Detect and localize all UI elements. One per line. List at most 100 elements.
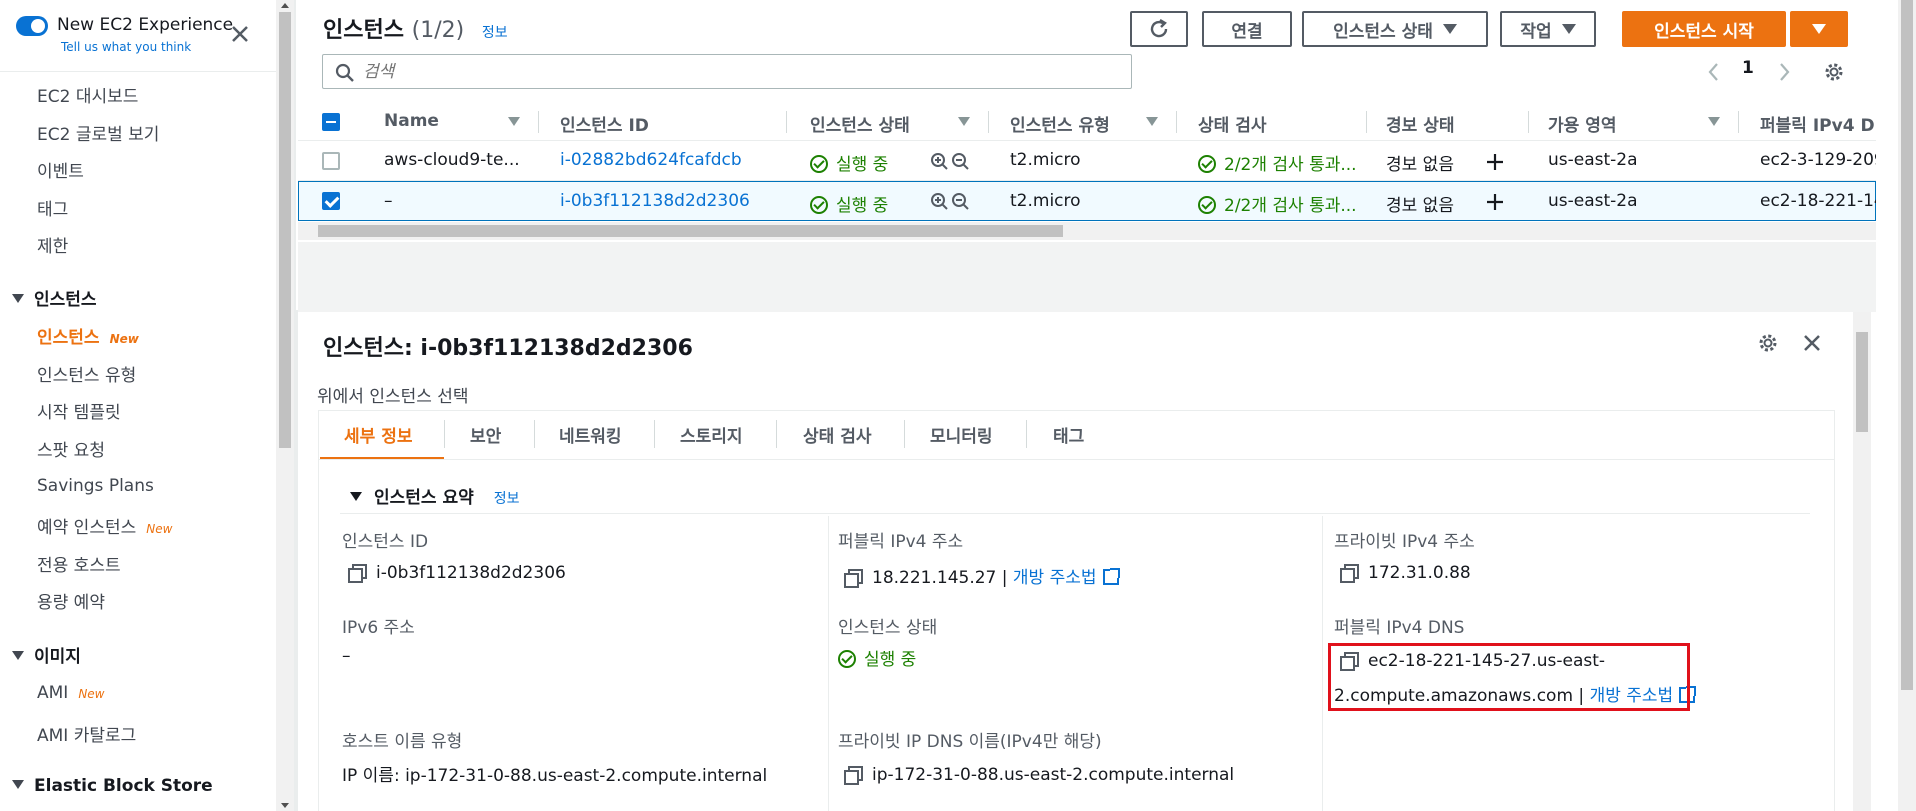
chevron-right-icon[interactable] [1776, 62, 1792, 82]
instance-state-value: 실행 중 [838, 645, 916, 670]
scroll-down-icon[interactable] [281, 803, 289, 808]
column-header-type[interactable]: 인스턴스 유형 [1010, 111, 1110, 136]
sidebar-section-instances[interactable]: 인스턴스 [12, 285, 97, 310]
info-link[interactable]: 정보 [482, 25, 508, 41]
copy-icon[interactable] [348, 564, 367, 583]
select-all-checkbox[interactable] [322, 113, 340, 131]
refresh-button[interactable] [1130, 11, 1188, 47]
column-header-name[interactable]: Name [384, 111, 439, 131]
details-scrollbar[interactable] [1853, 312, 1871, 811]
row-checkbox[interactable] [322, 192, 340, 210]
table-horizontal-scrollbar[interactable] [298, 222, 1876, 240]
sidebar-item-ami[interactable]: AMI New [37, 683, 105, 703]
info-link[interactable]: 정보 [494, 491, 520, 507]
search-input[interactable] [363, 61, 1103, 83]
public-ipv4-value: 18.221.145.27 | 개방 주소법 [844, 563, 1120, 588]
success-icon [838, 650, 856, 668]
cell-instance-id[interactable]: i-0b3f112138d2d2306 [560, 191, 750, 211]
sidebar-item-dedicated-hosts[interactable]: 전용 호스트 [37, 551, 121, 576]
sidebar-scroll-thumb[interactable] [279, 12, 291, 448]
column-divider [988, 111, 989, 133]
caret-down-icon [350, 492, 362, 501]
tab-tags[interactable]: 태그 [1053, 422, 1084, 447]
section-instance-summary[interactable]: 인스턴스 요약 정보 [350, 483, 519, 508]
sidebar-item-global-view[interactable]: EC2 글로벌 보기 [37, 120, 159, 145]
plus-icon[interactable] [1486, 193, 1504, 211]
sidebar-item-reserved-instances[interactable]: 예약 인스턴스 New [37, 513, 172, 538]
gear-icon[interactable] [1756, 331, 1780, 355]
cell-public-dns: ec2-3-129-209 [1760, 150, 1876, 170]
tab-networking[interactable]: 네트워킹 [559, 422, 622, 447]
sort-icon[interactable] [508, 117, 520, 126]
tab-security[interactable]: 보안 [470, 422, 501, 447]
details-subtitle: 위에서 인스턴스 선택 [317, 387, 469, 407]
cell-status-check: 2/2개 검사 통과... [1198, 191, 1366, 216]
copy-icon[interactable] [844, 766, 863, 785]
tab-divider [776, 420, 777, 448]
close-icon[interactable] [1802, 333, 1822, 353]
new-experience-toggle[interactable] [16, 16, 48, 36]
sidebar-section-ebs[interactable]: Elastic Block Store [12, 776, 213, 796]
copy-icon[interactable] [844, 569, 863, 588]
public-dns-label: 퍼블릭 IPv4 DNS [1334, 618, 1465, 638]
sidebar-item-instance-types[interactable]: 인스턴스 유형 [37, 361, 136, 386]
column-header-id[interactable]: 인스턴스 ID [560, 111, 649, 136]
zoom-icon[interactable] [930, 192, 972, 212]
close-icon[interactable] [228, 22, 252, 46]
cell-alarm: 경보 없음 [1386, 196, 1454, 216]
column-header-status-check[interactable]: 상태 검사 [1198, 111, 1266, 136]
sidebar-item-tags[interactable]: 태그 [37, 195, 68, 220]
search-field[interactable] [322, 54, 1132, 89]
sort-icon[interactable] [1708, 117, 1720, 126]
private-ipv4-value: 172.31.0.88 [1340, 563, 1471, 583]
table-scroll-thumb[interactable] [318, 225, 1063, 237]
tab-storage[interactable]: 스토리지 [680, 422, 743, 447]
tab-monitoring[interactable]: 모니터링 [930, 422, 993, 447]
page-number[interactable]: 1 [1742, 58, 1754, 78]
zoom-icon[interactable] [930, 152, 972, 172]
tab-divider [534, 420, 535, 448]
sort-icon[interactable] [958, 117, 970, 126]
table-row-selected[interactable]: – i-0b3f112138d2d2306 실행 중 t2.micro 2/2개… [298, 181, 1876, 221]
open-address-link[interactable]: 개방 주소법 [1013, 568, 1120, 588]
plus-icon[interactable] [1486, 153, 1504, 171]
sidebar-item-savings-plans[interactable]: Savings Plans [37, 476, 154, 496]
table-row[interactable]: aws-cloud9-te... i-02882bd624fcafdcb 실행 … [298, 141, 1876, 181]
column-header-alarm[interactable]: 경보 상태 [1386, 111, 1454, 136]
sidebar-item-instances[interactable]: 인스턴스 New [37, 323, 139, 348]
column-divider [786, 111, 787, 133]
cell-type: t2.micro [1010, 191, 1081, 211]
gear-icon[interactable] [1822, 60, 1846, 84]
connect-button[interactable]: 연결 [1202, 11, 1292, 47]
page-scrollbar[interactable] [1898, 0, 1916, 811]
launch-instances-button[interactable]: 인스턴스 시작 [1622, 11, 1786, 47]
sidebar-section-images[interactable]: 이미지 [12, 642, 81, 667]
sidebar-item-spot-requests[interactable]: 스팟 요청 [37, 436, 105, 461]
sidebar-item-launch-templates[interactable]: 시작 템플릿 [37, 398, 121, 423]
instance-state-button[interactable]: 인스턴스 상태 [1302, 11, 1488, 47]
sidebar-item-limits[interactable]: 제한 [37, 232, 68, 257]
tab-details[interactable]: 세부 정보 [344, 422, 412, 447]
launch-dropdown-button[interactable] [1790, 11, 1848, 47]
sidebar-item-dashboard[interactable]: EC2 대시보드 [37, 82, 138, 107]
sidebar-item-capacity-reservations[interactable]: 용량 예약 [37, 588, 105, 613]
page-scroll-thumb[interactable] [1901, 0, 1913, 690]
column-header-zone[interactable]: 가용 영역 [1548, 111, 1616, 136]
scroll-up-icon[interactable] [281, 3, 289, 8]
cell-instance-id[interactable]: i-02882bd624fcafdcb [560, 150, 742, 170]
chevron-left-icon[interactable] [1706, 62, 1722, 82]
tab-status-checks[interactable]: 상태 검사 [803, 422, 871, 447]
ipv6-value: – [342, 646, 351, 666]
column-header-state[interactable]: 인스턴스 상태 [810, 111, 910, 136]
sort-icon[interactable] [1146, 117, 1158, 126]
row-checkbox[interactable] [322, 152, 340, 170]
tab-divider [654, 420, 655, 448]
details-scroll-thumb[interactable] [1856, 332, 1868, 432]
cell-alarm: 경보 없음 [1386, 155, 1454, 175]
sidebar-item-ami-catalog[interactable]: AMI 카탈로그 [37, 721, 136, 746]
sidebar-item-events[interactable]: 이벤트 [37, 157, 84, 182]
feedback-link[interactable]: Tell us what you think [61, 40, 191, 54]
actions-button[interactable]: 작업 [1500, 11, 1596, 47]
sidebar-scrollbar[interactable] [276, 0, 294, 811]
copy-icon[interactable] [1340, 564, 1359, 583]
